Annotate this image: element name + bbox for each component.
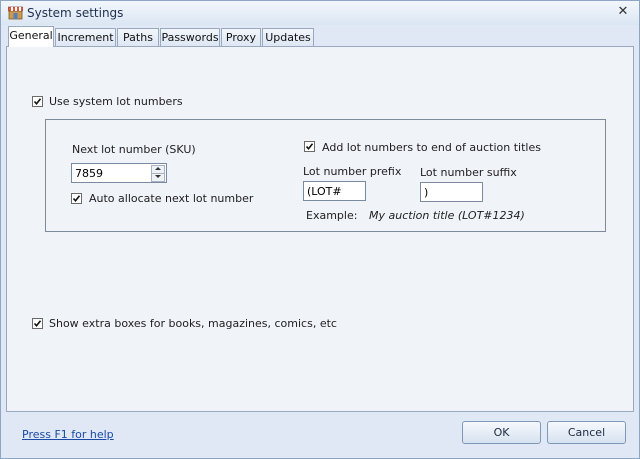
example-label: Example:: [306, 209, 358, 222]
close-icon[interactable]: ✕: [615, 4, 631, 20]
prefix-label: Lot number prefix: [303, 165, 402, 178]
use-system-lot-checkbox[interactable]: [32, 96, 43, 107]
auto-allocate-checkbox[interactable]: [71, 193, 82, 204]
checkmark-icon: [33, 98, 42, 106]
extra-boxes-label: Show extra boxes for books, magazines, c…: [49, 317, 337, 330]
tab-passwords[interactable]: Passwords: [160, 28, 220, 46]
add-to-titles-checkbox[interactable]: [304, 141, 315, 152]
suffix-input[interactable]: [420, 182, 483, 202]
tab-updates[interactable]: Updates: [262, 28, 314, 46]
checkmark-icon: [33, 320, 42, 328]
example-value: My auction title (LOT#1234): [369, 209, 525, 222]
suffix-label: Lot number suffix: [420, 166, 517, 179]
help-link[interactable]: Press F1 for help: [22, 428, 114, 441]
next-lot-label: Next lot number (SKU): [72, 143, 196, 156]
use-system-lot-label: Use system lot numbers: [49, 95, 183, 108]
add-to-titles-label: Add lot numbers to end of auction titles: [322, 141, 541, 154]
tab-increment[interactable]: Increment: [55, 28, 116, 46]
checkmark-icon: [72, 195, 81, 203]
checkmark-icon: [305, 143, 314, 151]
spin-down-icon[interactable]: [151, 173, 165, 182]
prefix-input[interactable]: [303, 181, 366, 201]
ok-button[interactable]: OK: [462, 421, 541, 444]
tab-proxy[interactable]: Proxy: [221, 28, 261, 46]
window-title: System settings: [27, 6, 124, 20]
extra-boxes-checkbox[interactable]: [32, 318, 43, 329]
cancel-button[interactable]: Cancel: [547, 421, 626, 444]
store-icon: [8, 5, 23, 20]
auto-allocate-label: Auto allocate next lot number: [89, 192, 254, 205]
tab-general[interactable]: General: [8, 26, 54, 47]
settings-window: System settings ✕ General Increment Path…: [0, 0, 640, 459]
tab-paths[interactable]: Paths: [117, 28, 159, 46]
title-bar: System settings ✕: [1, 1, 639, 25]
